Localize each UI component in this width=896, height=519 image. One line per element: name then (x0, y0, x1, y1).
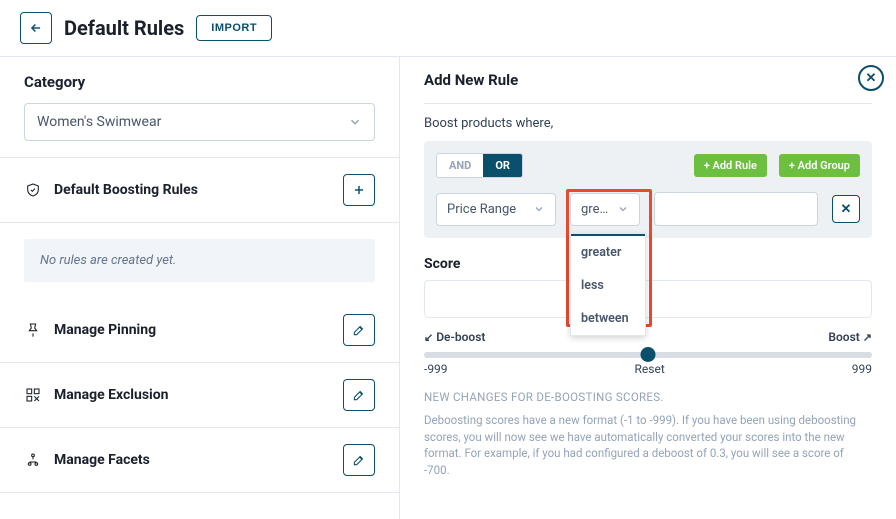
note-body: Deboosting scores have a new format (-1 … (424, 412, 872, 479)
topbar: Default Rules IMPORT (0, 0, 896, 57)
add-group-button[interactable]: + Add Group (779, 154, 860, 177)
slider-min: -999 (424, 362, 448, 376)
field-select-value: Price Range (447, 202, 516, 217)
chevron-down-icon (617, 203, 629, 215)
operator-dropdown: greater less between (570, 233, 646, 336)
operator-option-greater[interactable]: greater (571, 234, 645, 269)
close-icon: ✕ (866, 71, 877, 86)
facets-icon (24, 451, 42, 469)
boosting-heading: Default Boosting Rules (54, 182, 198, 198)
shield-icon (24, 181, 42, 199)
import-button[interactable]: IMPORT (196, 15, 272, 41)
score-heading: Score (424, 256, 872, 272)
add-boosting-rule-button[interactable] (343, 174, 375, 206)
category-select[interactable]: Women's Swimwear (24, 103, 375, 141)
score-slider[interactable] (424, 352, 872, 358)
edit-icon (352, 453, 366, 467)
chevron-down-icon (533, 203, 545, 215)
note-heading: NEW CHANGES FOR DE-BOOSTING SCORES. (424, 390, 872, 404)
panel-title: Add New Rule (424, 71, 872, 89)
delete-rule-button[interactable]: ✕ (832, 195, 860, 223)
edit-icon (352, 323, 366, 337)
sidebar-item-label: Manage Facets (54, 452, 150, 468)
field-select[interactable]: Price Range (436, 193, 556, 226)
close-panel-button[interactable]: ✕ (858, 65, 884, 91)
pin-icon (24, 321, 42, 339)
chevron-down-icon (348, 115, 362, 129)
boost-caption: Boost products where, (424, 116, 872, 131)
x-icon: ✕ (841, 202, 852, 217)
operator-option-between[interactable]: between (571, 302, 645, 335)
slider-max: 999 (852, 362, 872, 376)
edit-exclusion-button[interactable] (343, 379, 375, 411)
operator-select[interactable]: grea... (570, 193, 640, 226)
slider-reset[interactable]: Reset (635, 362, 665, 376)
operator-option-less[interactable]: less (571, 269, 645, 302)
deboost-label: ↙ De-boost (424, 330, 485, 344)
category-heading: Category (24, 73, 375, 91)
edit-pinning-button[interactable] (343, 314, 375, 346)
value-input[interactable] (654, 192, 818, 226)
sidebar-item-label: Manage Exclusion (54, 387, 168, 403)
page-title: Default Rules (64, 16, 184, 40)
and-option[interactable]: AND (437, 154, 483, 177)
score-input[interactable] (424, 280, 872, 318)
divider (424, 103, 872, 104)
edit-icon (352, 388, 366, 402)
or-option[interactable]: OR (483, 154, 522, 177)
plus-icon (352, 183, 366, 197)
no-rules-message: No rules are created yet. (24, 239, 375, 282)
rule-builder: AND OR + Add Rule + Add Group Price Rang… (424, 141, 872, 238)
back-button[interactable] (20, 12, 52, 44)
exclusion-icon (24, 386, 42, 404)
sidebar-item-label: Manage Pinning (54, 322, 156, 338)
add-rule-button[interactable]: + Add Rule (694, 154, 767, 177)
arrow-left-icon (29, 21, 43, 35)
left-panel: Category Women's Swimwear Default Boosti… (0, 57, 400, 519)
boost-label: Boost ↗ (828, 330, 872, 344)
slider-thumb[interactable] (641, 347, 656, 362)
operator-select-value: grea... (581, 202, 615, 217)
and-or-toggle[interactable]: AND OR (436, 153, 523, 178)
edit-facets-button[interactable] (343, 444, 375, 476)
right-panel: ✕ Add New Rule Boost products where, AND… (400, 57, 896, 519)
category-select-value: Women's Swimwear (37, 114, 161, 130)
